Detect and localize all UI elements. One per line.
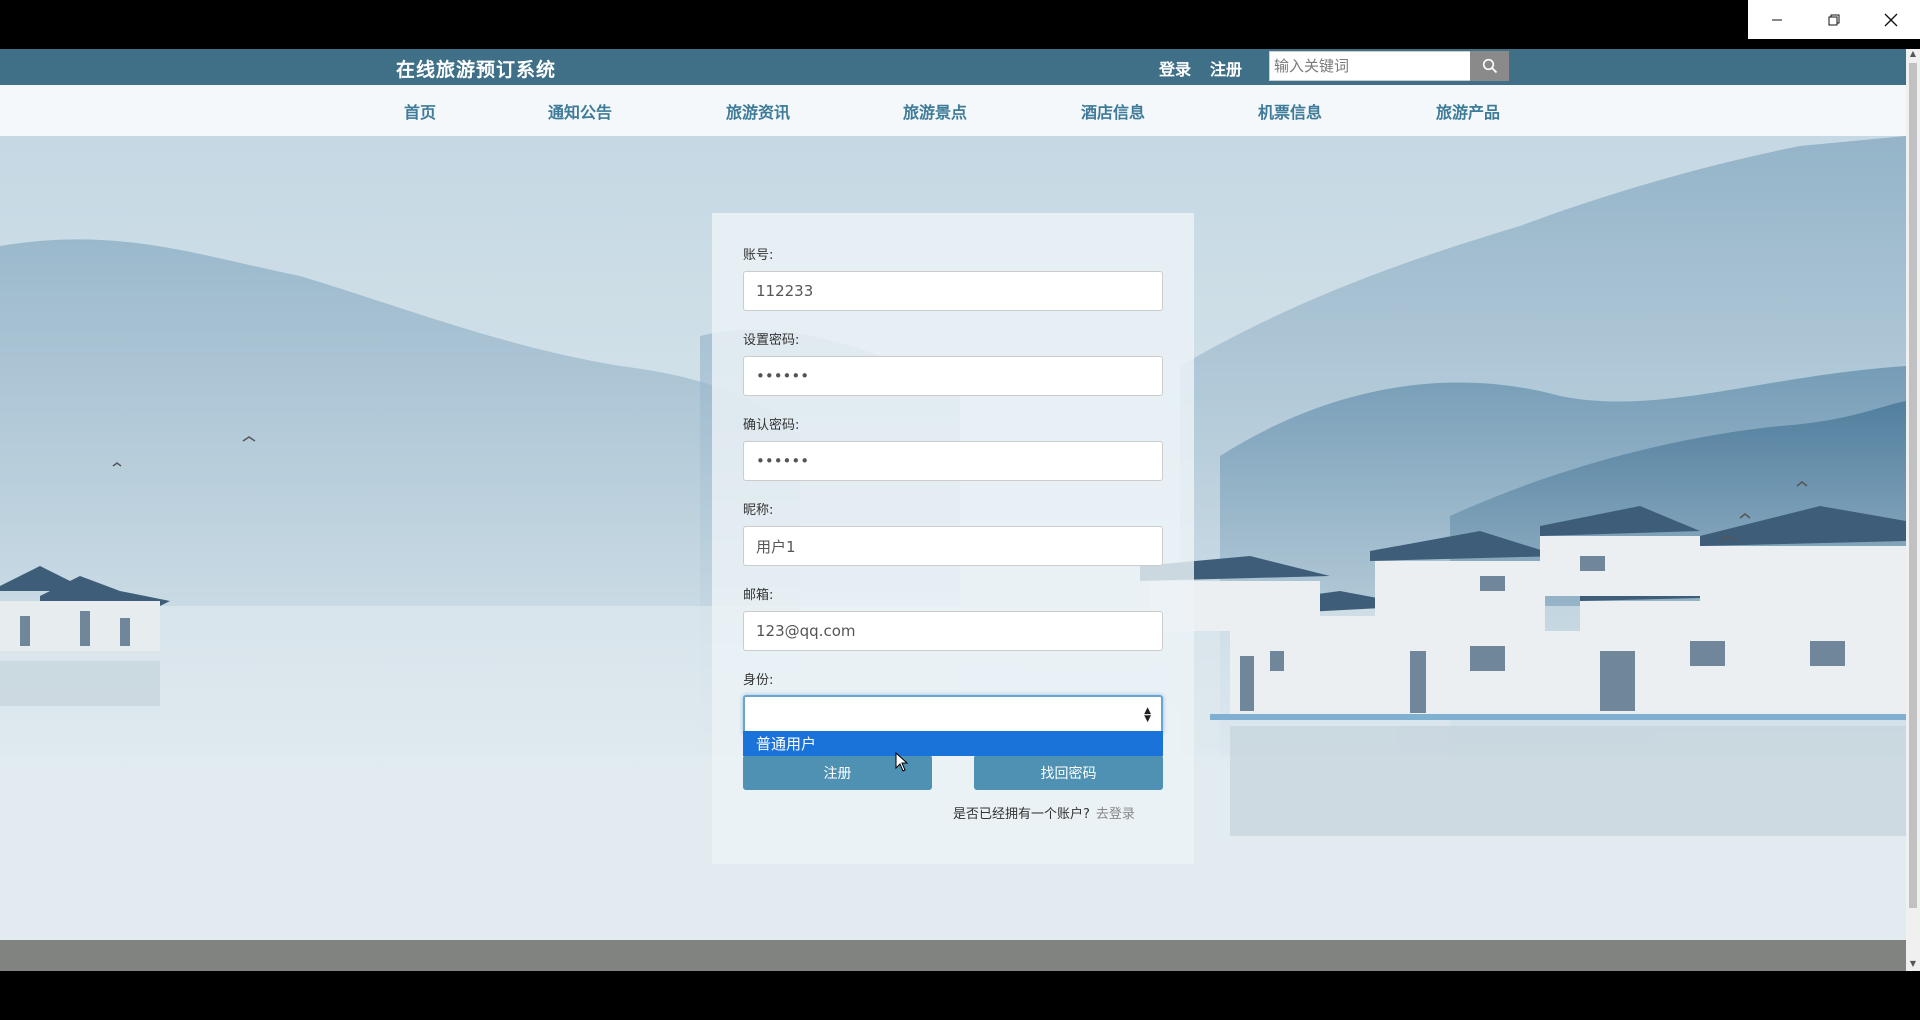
search-button[interactable] <box>1470 51 1509 81</box>
confirm-password-value: •••••• <box>756 452 810 470</box>
identity-option-regular-user[interactable]: 普通用户 <box>743 731 1163 756</box>
select-arrows-icon: ▲ ▼ <box>1144 706 1151 724</box>
page-scrollbar[interactable]: ▲ ▼ <box>1906 49 1920 971</box>
top-header-bar: 在线旅游预订系统 登录 注册 <box>0 49 1906 85</box>
mouse-cursor-icon <box>895 752 909 772</box>
go-login-link[interactable]: 去登录 <box>1096 807 1135 822</box>
nav-item-attractions[interactable]: 旅游景点 <box>903 99 967 123</box>
has-account-text: 是否已经拥有一个账户? <box>953 807 1090 822</box>
window-controls <box>1748 0 1920 39</box>
nav-item-hotels[interactable]: 酒店信息 <box>1081 99 1145 123</box>
confirm-password-input[interactable]: •••••• <box>743 441 1163 481</box>
main-navbar: 首页 通知公告 旅游资讯 旅游景点 酒店信息 机票信息 旅游产品 <box>0 85 1906 136</box>
restore-icon[interactable] <box>1805 0 1862 39</box>
email-label: 邮箱: <box>743 588 774 603</box>
nickname-input[interactable]: 用户1 <box>743 526 1163 566</box>
account-input[interactable]: 112233 <box>743 271 1163 311</box>
password-value: •••••• <box>756 367 810 385</box>
password-label: 设置密码: <box>743 333 800 348</box>
scroll-down-arrow-icon[interactable]: ▼ <box>1906 959 1920 971</box>
nav-item-products[interactable]: 旅游产品 <box>1436 99 1500 123</box>
account-value: 112233 <box>756 282 814 300</box>
confirm-password-label: 确认密码: <box>743 418 800 433</box>
register-link[interactable]: 注册 <box>1210 56 1242 80</box>
nav-item-flights[interactable]: 机票信息 <box>1258 99 1322 123</box>
register-form-panel: 账号: 112233 设置密码: •••••• 确认密码: •••••• 昵称:… <box>712 213 1194 864</box>
password-input[interactable]: •••••• <box>743 356 1163 396</box>
scroll-up-arrow-icon[interactable]: ▲ <box>1906 49 1920 61</box>
nickname-label: 昵称: <box>743 503 774 518</box>
nav-item-home[interactable]: 首页 <box>404 99 436 123</box>
web-page: 在线旅游预订系统 登录 注册 首页 通知公告 旅游资讯 旅游景点 酒店信息 机票… <box>0 49 1906 971</box>
nickname-value: 用户1 <box>756 537 796 556</box>
nav-item-announcements[interactable]: 通知公告 <box>548 99 612 123</box>
recover-password-button[interactable]: 找回密码 <box>974 755 1163 790</box>
account-label: 账号: <box>743 248 774 263</box>
login-hint: 是否已经拥有一个账户? 去登录 <box>953 803 1135 822</box>
email-value: 123@qq.com <box>756 622 856 640</box>
search-icon <box>1482 58 1497 74</box>
identity-select[interactable]: ▲ ▼ <box>743 695 1163 735</box>
minimize-icon[interactable] <box>1748 0 1805 39</box>
search-input[interactable] <box>1269 51 1470 81</box>
scroll-thumb[interactable] <box>1909 63 1917 908</box>
login-link[interactable]: 登录 <box>1159 56 1191 80</box>
close-icon[interactable] <box>1862 0 1919 39</box>
identity-label: 身份: <box>743 673 774 688</box>
nav-item-travel-news[interactable]: 旅游资讯 <box>726 99 790 123</box>
site-title: 在线旅游预订系统 <box>396 59 557 81</box>
email-input[interactable]: 123@qq.com <box>743 611 1163 651</box>
window-titlebar <box>0 0 1920 49</box>
footer-bar <box>0 940 1906 971</box>
